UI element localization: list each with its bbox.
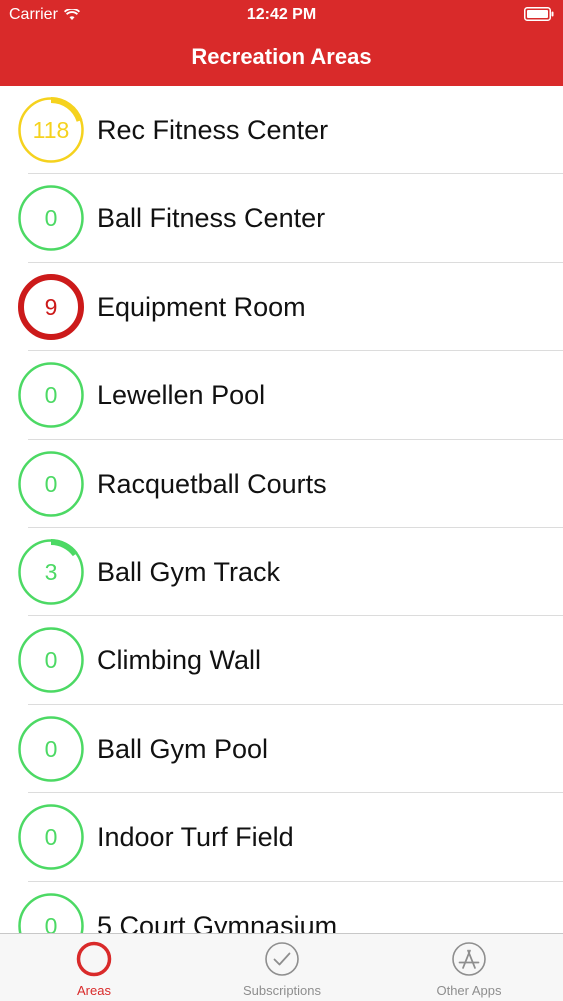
list-item[interactable]: 0 Ball Gym Pool [0, 705, 563, 794]
tab-areas[interactable]: Areas [0, 934, 188, 1001]
occupancy-count: 118 [32, 117, 70, 143]
tab-other-apps[interactable]: Other Apps [375, 934, 563, 1001]
list-item[interactable]: 9 Equipment Room [0, 263, 563, 352]
tab-label: Subscriptions [242, 983, 322, 998]
occupancy-ring: 0 [18, 450, 84, 517]
status-time: 12:42 PM [246, 6, 317, 23]
area-name: Ball Gym Track [97, 556, 281, 587]
area-name: Indoor Turf Field [97, 822, 294, 853]
areas-ring-icon [76, 941, 112, 977]
occupancy-ring: 0 [18, 804, 84, 870]
list-item[interactable]: 0 Ball Fitness Center [0, 174, 563, 263]
occupancy-count: 0 [44, 735, 58, 762]
app-header: Carrier 12:42 PM Recreation Areas [0, 0, 563, 86]
occupancy-count: 0 [44, 382, 58, 409]
status-bar: Carrier 12:42 PM [0, 0, 563, 30]
occupancy-ring: 0 [18, 892, 84, 933]
battery-icon [524, 7, 554, 21]
list-item[interactable]: 0 Lewellen Pool [0, 351, 563, 440]
page-title: Recreation Areas [191, 44, 372, 69]
occupancy-count: 9 [44, 293, 58, 320]
occupancy-count: 0 [44, 824, 58, 851]
recreation-area-list[interactable]: 118 Rec Fitness Center 0 Ball Fitness Ce… [0, 86, 563, 933]
tab-subscriptions[interactable]: Subscriptions [188, 934, 376, 1001]
tab-label: Other Apps [436, 983, 502, 998]
occupancy-ring: 0 [18, 185, 84, 252]
tab-bar: Areas Subscriptions Other Apps [0, 933, 563, 1001]
occupancy-count: 0 [44, 205, 58, 232]
occupancy-ring: 9 [18, 273, 84, 340]
occupancy-count: 0 [44, 647, 58, 674]
list-item[interactable]: 3 Ball Gym Track [0, 528, 563, 617]
area-name: Racquetball Courts [97, 468, 327, 499]
occupancy-ring: 0 [18, 715, 84, 782]
checkmark-icon [265, 942, 299, 976]
area-name: Ball Gym Pool [97, 733, 269, 764]
area-name: Equipment Room [97, 291, 306, 322]
list-item[interactable]: 0 Indoor Turf Field [0, 793, 563, 882]
occupancy-count: 3 [44, 558, 58, 585]
occupancy-ring: 3 [18, 538, 84, 605]
area-name: Climbing Wall [97, 645, 262, 676]
area-name: 5 Court Gymnasium [97, 910, 338, 933]
area-name: Lewellen Pool [97, 380, 266, 411]
list-item[interactable]: 0 Racquetball Courts [0, 440, 563, 528]
occupancy-ring: 118 [18, 97, 84, 163]
tab-label: Areas [77, 983, 111, 998]
app-store-icon [452, 942, 486, 976]
occupancy-ring: 0 [18, 362, 84, 428]
occupancy-ring: 0 [18, 627, 84, 694]
area-name: Ball Fitness Center [97, 203, 326, 234]
occupancy-count: 0 [44, 912, 58, 933]
list-item[interactable]: 0 5 Court Gymnasium [0, 882, 563, 933]
occupancy-count: 0 [44, 470, 58, 497]
list-item[interactable]: 0 Climbing Wall [0, 616, 563, 705]
area-name: Rec Fitness Center [97, 115, 329, 145]
list-item[interactable]: 118 Rec Fitness Center [0, 86, 563, 175]
